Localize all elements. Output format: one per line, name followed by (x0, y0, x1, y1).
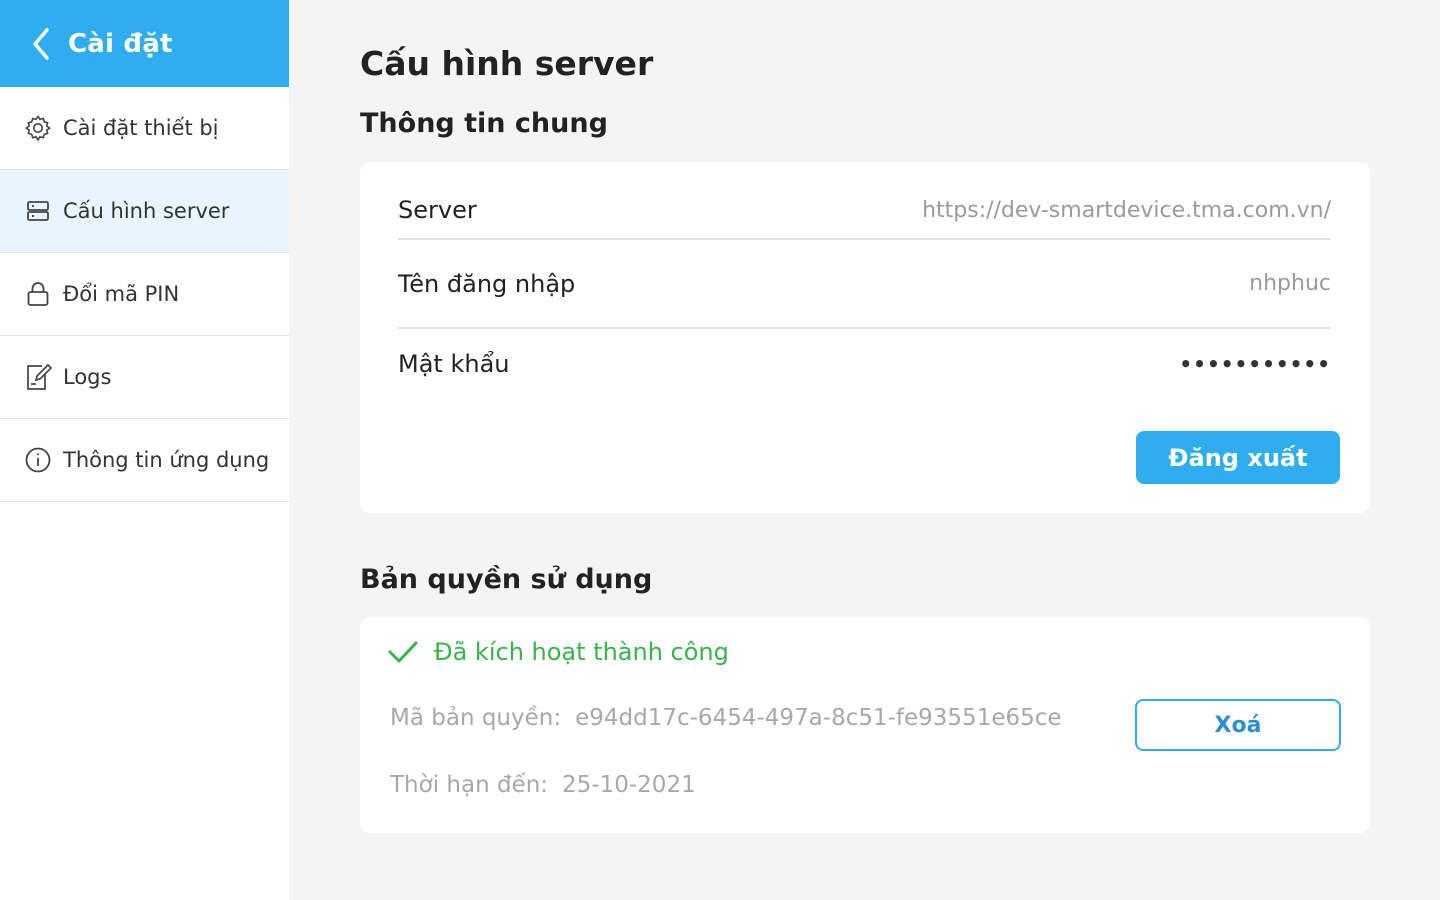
section-title-general: Thông tin chung (360, 108, 608, 139)
delete-license-button[interactable]: Xoá (1135, 699, 1341, 751)
license-expiry-value: 25-10-2021 (562, 772, 696, 798)
license-status: Đã kích hoạt thành công (388, 637, 729, 667)
license-key-value: e94dd17c-6454-497a-8c51-fe93551e65ce (575, 705, 1062, 731)
license-key-label: Mã bản quyền: (390, 705, 562, 731)
sidebar-item-label: Logs (63, 365, 112, 389)
sidebar-item-logs[interactable]: Logs (0, 336, 289, 419)
sidebar-item-change-pin[interactable]: Đổi mã PIN (0, 253, 289, 336)
license-card: Đã kích hoạt thành công Mã bản quyền: e94… (360, 617, 1370, 833)
sidebar-title: Cài đặt (68, 28, 173, 59)
check-icon (388, 637, 418, 667)
field-label: Tên đăng nhập (398, 269, 576, 298)
chevron-left-icon (30, 27, 52, 61)
field-label: Mật khẩu (398, 350, 510, 378)
password-value[interactable]: ••••••••••• (1179, 352, 1331, 376)
username-value[interactable]: nhphuc (1249, 271, 1331, 296)
field-label: Server (398, 196, 477, 224)
sidebar-item-label: Cài đặt thiết bị (63, 116, 219, 140)
logout-button[interactable]: Đăng xuất (1136, 431, 1340, 484)
license-status-text: Đã kích hoạt thành công (434, 638, 729, 666)
page-title: Cấu hình server (360, 44, 654, 83)
gear-icon (24, 114, 52, 142)
sidebar-item-device-settings[interactable]: Cài đặt thiết bị (0, 87, 289, 170)
sidebar-item-label: Đổi mã PIN (63, 282, 180, 306)
server-url-value[interactable]: https://dev-smartdevice.tma.com.vn/ (922, 198, 1331, 223)
back-button[interactable]: Cài đặt (0, 0, 289, 87)
edit-document-icon (24, 363, 52, 391)
license-expiry-line: Thời hạn đến: 25-10-2021 (390, 772, 696, 798)
lock-icon (24, 280, 52, 308)
sidebar: Cài đặt Cài đặt thiết bị Cấu hình server (0, 0, 289, 900)
server-icon (24, 197, 52, 225)
field-row-password: Mật khẩu ••••••••••• (398, 329, 1331, 399)
section-title-license: Bản quyền sử dụng (360, 564, 653, 595)
sidebar-item-label: Thông tin ứng dụng (63, 448, 270, 472)
general-info-card: Server https://dev-smartdevice.tma.com.v… (360, 162, 1370, 513)
sidebar-item-app-info[interactable]: Thông tin ứng dụng (0, 419, 289, 502)
license-key-line: Mã bản quyền: e94dd17c-6454-497a-8c51-fe9… (390, 705, 1062, 731)
field-row-server: Server https://dev-smartdevice.tma.com.v… (398, 182, 1331, 240)
field-row-username: Tên đăng nhập nhphuc (398, 240, 1331, 329)
sidebar-item-label: Cấu hình server (63, 199, 230, 223)
info-icon (24, 446, 52, 474)
license-expiry-label: Thời hạn đến: (390, 772, 549, 798)
sidebar-item-server-config[interactable]: Cấu hình server (0, 170, 289, 253)
